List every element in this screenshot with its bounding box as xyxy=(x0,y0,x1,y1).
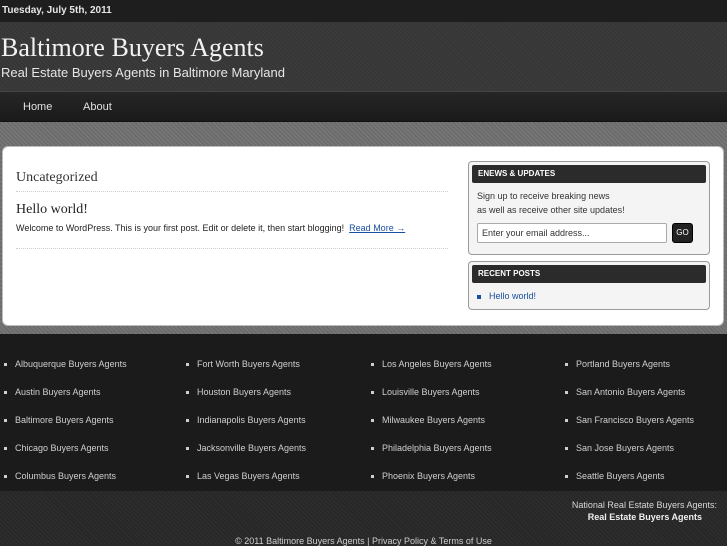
footer-link-label[interactable]: Phoenix Buyers Agents xyxy=(382,471,475,481)
email-input[interactable] xyxy=(477,223,667,243)
category-title: Uncategorized xyxy=(16,170,98,185)
footer-link-label[interactable]: San Francisco Buyers Agents xyxy=(576,415,694,425)
footer-link-label[interactable]: Chicago Buyers Agents xyxy=(15,443,109,453)
footer-link-label[interactable]: Austin Buyers Agents xyxy=(15,387,101,397)
bullet-icon xyxy=(4,475,7,479)
nav-item-home[interactable]: Home xyxy=(23,92,52,122)
footer-link[interactable]: Louisville Buyers Agents xyxy=(371,387,480,397)
footer-link[interactable]: San Antonio Buyers Agents xyxy=(565,387,685,397)
footer-link-label[interactable]: Louisville Buyers Agents xyxy=(382,387,480,397)
bullet-icon xyxy=(186,391,189,395)
bullet-icon xyxy=(4,419,7,423)
enews-line: Sign up to receive breaking news xyxy=(477,191,610,201)
bullet-icon xyxy=(371,391,374,395)
footer-link-label[interactable]: Baltimore Buyers Agents xyxy=(15,415,114,425)
footer-link-label[interactable]: Philadelphia Buyers Agents xyxy=(382,443,492,453)
recent-posts-widget: RECENT POSTS Hello world! xyxy=(468,261,710,310)
enews-description: Sign up to receive breaking news as well… xyxy=(477,189,625,217)
footer-link-label[interactable]: Portland Buyers Agents xyxy=(576,359,670,369)
bullet-icon xyxy=(186,475,189,479)
post-excerpt: Welcome to WordPress. This is your first… xyxy=(16,223,405,233)
footer-link-label[interactable]: San Jose Buyers Agents xyxy=(576,443,674,453)
footer-link[interactable]: Philadelphia Buyers Agents xyxy=(371,443,492,453)
divider xyxy=(16,248,448,249)
footer-link[interactable]: Las Vegas Buyers Agents xyxy=(186,471,300,481)
site-header: Baltimore Buyers Agents Real Estate Buye… xyxy=(0,22,727,91)
footer-link[interactable]: Phoenix Buyers Agents xyxy=(371,471,475,481)
footer-link-label[interactable]: Milwaukee Buyers Agents xyxy=(382,415,485,425)
footer-link-label[interactable]: Houston Buyers Agents xyxy=(197,387,291,397)
footer-link[interactable]: Chicago Buyers Agents xyxy=(4,443,109,453)
bullet-icon xyxy=(565,391,568,395)
enews-line: as well as receive other site updates! xyxy=(477,205,625,215)
bullet-icon xyxy=(565,475,568,479)
footer-link[interactable]: Indianapolis Buyers Agents xyxy=(186,415,306,425)
national-label: National Real Estate Buyers Agents: xyxy=(571,500,717,510)
footer-link-label[interactable]: Los Angeles Buyers Agents xyxy=(382,359,492,369)
site-description: Real Estate Buyers Agents in Baltimore M… xyxy=(1,65,285,80)
footer-link[interactable]: Austin Buyers Agents xyxy=(4,387,101,397)
go-button[interactable]: GO xyxy=(672,223,693,243)
bullet-icon xyxy=(186,447,189,451)
recent-post-link[interactable]: Hello world! xyxy=(489,291,536,301)
list-item[interactable]: Hello world! xyxy=(477,291,536,301)
bullet-icon xyxy=(371,419,374,423)
bullet-icon xyxy=(371,363,374,367)
footer-link-label[interactable]: Fort Worth Buyers Agents xyxy=(197,359,300,369)
footer-links: Albuquerque Buyers Agents Austin Buyers … xyxy=(0,334,727,491)
footer-link-label[interactable]: Indianapolis Buyers Agents xyxy=(197,415,306,425)
footer-link-label[interactable]: San Antonio Buyers Agents xyxy=(576,387,685,397)
recent-posts-heading: RECENT POSTS xyxy=(472,265,706,283)
footer-link-label[interactable]: Albuquerque Buyers Agents xyxy=(15,359,127,369)
bullet-icon xyxy=(186,363,189,367)
post-excerpt-text: Welcome to WordPress. This is your first… xyxy=(16,223,345,233)
footer-link-label[interactable]: Jacksonville Buyers Agents xyxy=(197,443,306,453)
bullet-icon xyxy=(477,294,481,299)
footer-link[interactable]: Jacksonville Buyers Agents xyxy=(186,443,306,453)
main-nav: Home About xyxy=(0,91,727,122)
bullet-icon xyxy=(4,391,7,395)
footer-link-label[interactable]: Columbus Buyers Agents xyxy=(15,471,116,481)
site-title[interactable]: Baltimore Buyers Agents xyxy=(1,33,264,63)
footer-link[interactable]: Milwaukee Buyers Agents xyxy=(371,415,485,425)
footer-link-label[interactable]: Las Vegas Buyers Agents xyxy=(197,471,300,481)
footer-link[interactable]: Los Angeles Buyers Agents xyxy=(371,359,492,369)
footer-link[interactable]: Portland Buyers Agents xyxy=(565,359,670,369)
enews-heading: ENEWS & UPDATES xyxy=(472,165,706,183)
date-bar: Tuesday, July 5th, 2011 xyxy=(0,0,727,22)
footer-link[interactable]: San Jose Buyers Agents xyxy=(565,443,674,453)
nav-item-about[interactable]: About xyxy=(83,92,112,122)
bullet-icon xyxy=(565,363,568,367)
footer-link[interactable]: Albuquerque Buyers Agents xyxy=(4,359,127,369)
bullet-icon xyxy=(371,447,374,451)
footer-link[interactable]: Columbus Buyers Agents xyxy=(4,471,116,481)
footer-link[interactable]: Seattle Buyers Agents xyxy=(565,471,665,481)
footer-link[interactable]: Houston Buyers Agents xyxy=(186,387,291,397)
bullet-icon xyxy=(565,447,568,451)
footer-link[interactable]: Baltimore Buyers Agents xyxy=(4,415,114,425)
divider xyxy=(16,191,448,192)
bullet-icon xyxy=(371,475,374,479)
national-link[interactable]: Real Estate Buyers Agents xyxy=(588,512,702,522)
footer-link-label[interactable]: Seattle Buyers Agents xyxy=(576,471,665,481)
read-more-link[interactable]: Read More → xyxy=(349,223,405,233)
footer-link[interactable]: San Francisco Buyers Agents xyxy=(565,415,694,425)
footer-link[interactable]: Fort Worth Buyers Agents xyxy=(186,359,300,369)
bullet-icon xyxy=(565,419,568,423)
current-date: Tuesday, July 5th, 2011 xyxy=(2,5,112,16)
enews-widget: ENEWS & UPDATES Sign up to receive break… xyxy=(468,161,710,255)
bullet-icon xyxy=(186,419,189,423)
bullet-icon xyxy=(4,447,7,451)
bullet-icon xyxy=(4,363,7,367)
post-title[interactable]: Hello world! xyxy=(16,202,88,218)
